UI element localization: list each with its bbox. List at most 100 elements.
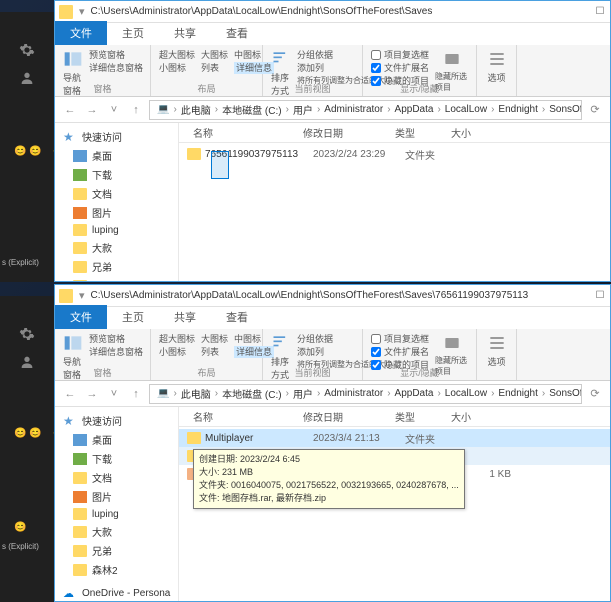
breadcrumb-segment[interactable]: LocalLow — [442, 104, 490, 115]
maximize-button[interactable]: ☐ — [590, 6, 610, 17]
preview-pane-button[interactable]: 预览窗格 — [89, 49, 143, 61]
breadcrumb-segment[interactable]: AppData — [392, 104, 437, 115]
breadcrumb[interactable]: 💻›此电脑›本地磁盘 (C:)›用户›Administrator›AppData… — [149, 100, 582, 120]
ribbon-group-options: 选项 — [477, 45, 517, 96]
breadcrumb-segment[interactable]: Administrator — [321, 104, 386, 115]
refresh-button[interactable]: ⟳ — [586, 385, 604, 403]
recent-button[interactable]: ˅ — [105, 385, 123, 403]
item-checkboxes-toggle[interactable]: 项目复选框 — [371, 49, 429, 61]
tab-share[interactable]: 共享 — [159, 21, 211, 45]
sidebar-item[interactable]: 下载 — [55, 449, 178, 468]
sidebar-item[interactable]: 桌面 — [55, 430, 178, 449]
up-button[interactable]: ↑ — [127, 101, 145, 119]
navigation-sidebar[interactable]: ★快速访问桌面下载文档图片luping大款兄弟森林2 ☁OneDrive - Pe… — [55, 407, 179, 601]
sidebar-item[interactable]: 下载 — [55, 165, 178, 184]
layout-large[interactable]: 大图标 — [201, 49, 228, 61]
tab-file[interactable]: 文件 — [55, 21, 107, 45]
breadcrumb-segment[interactable]: LocalLow — [442, 388, 490, 399]
sidebar-item[interactable]: luping — [55, 506, 178, 522]
back-button[interactable]: ← — [61, 385, 79, 403]
tab-share[interactable]: 共享 — [159, 305, 211, 329]
refresh-button[interactable]: ⟳ — [586, 101, 604, 119]
sidebar-item[interactable]: 森林2 — [55, 276, 178, 281]
sidebar-item[interactable]: 桌面 — [55, 146, 178, 165]
breadcrumb-segment[interactable]: SonsOfTheForest — [546, 388, 582, 399]
breadcrumb-segment[interactable]: 用户 — [290, 102, 316, 117]
file-list-pane[interactable]: 名称 修改日期 类型 大小 76561199037975113 2023/2/2… — [179, 123, 610, 281]
forward-button[interactable]: → — [83, 101, 101, 119]
up-button[interactable]: ↑ — [127, 385, 145, 403]
breadcrumb-root[interactable]: 💻 — [154, 104, 172, 115]
file-extensions-toggle[interactable]: 文件扩展名 — [371, 62, 429, 74]
sidebar-item[interactable]: 图片 — [55, 203, 178, 222]
tab-view[interactable]: 查看 — [211, 21, 263, 45]
table-row[interactable]: 76561199037975113 2023/2/24 23:29 文件夹 — [179, 145, 610, 163]
breadcrumb-segment[interactable]: Administrator — [321, 388, 386, 399]
folder-tooltip: 创建日期: 2023/2/24 6:45 大小: 231 MB 文件夹: 001… — [193, 449, 465, 509]
background-app-sidebar-bottom — [0, 296, 54, 602]
file-name: Multiplayer — [205, 433, 313, 444]
window-title: C:\Users\Administrator\AppData\LocalLow\… — [91, 290, 584, 301]
col-name[interactable]: 名称 — [187, 125, 297, 140]
ribbon-group-layout: 超大图标小图标 大图标列表 中图标详细信息 布局 — [151, 329, 263, 380]
explicit-label-bottom: s (Explicit) — [2, 542, 39, 551]
file-icon — [187, 432, 201, 444]
sidebar-item[interactable]: 兄弟 — [55, 541, 178, 560]
column-headers[interactable]: 名称 修改日期 类型 大小 — [179, 123, 610, 143]
sidebar-item[interactable]: 大款 — [55, 522, 178, 541]
sidebar-item[interactable]: 文档 — [55, 468, 178, 487]
sidebar-item[interactable]: luping — [55, 222, 178, 238]
breadcrumb-segment[interactable]: 此电脑 — [178, 386, 214, 401]
breadcrumb-segment[interactable]: 此电脑 — [178, 102, 214, 117]
layout-extra-large[interactable]: 超大图标 — [159, 49, 195, 61]
ribbon-tabs: 文件 主页 共享 查看 — [55, 307, 610, 329]
explicit-label-top: s (Explicit) — [2, 258, 39, 267]
person-icon[interactable] — [19, 70, 35, 86]
tab-view[interactable]: 查看 — [211, 305, 263, 329]
col-type[interactable]: 类型 — [389, 125, 445, 140]
tab-home[interactable]: 主页 — [107, 305, 159, 329]
breadcrumb-segment[interactable]: Endnight — [495, 388, 540, 399]
breadcrumb-segment[interactable]: SonsOfTheForest — [546, 104, 582, 115]
layout-list[interactable]: 列表 — [201, 62, 228, 74]
gear-icon[interactable] — [19, 42, 35, 58]
breadcrumb-segment[interactable]: AppData — [392, 388, 437, 399]
tab-file[interactable]: 文件 — [55, 305, 107, 329]
breadcrumb-segment[interactable]: 本地磁盘 (C:) — [219, 386, 284, 401]
breadcrumb-root[interactable]: 💻 — [154, 388, 172, 399]
gear-icon[interactable] — [19, 326, 35, 342]
sidebar-item[interactable]: 图片 — [55, 487, 178, 506]
title-bar[interactable]: ▾ C:\Users\Administrator\AppData\LocalLo… — [55, 285, 610, 307]
tab-home[interactable]: 主页 — [107, 21, 159, 45]
navigation-sidebar[interactable]: ★快速访问桌面下载文档图片luping大款兄弟森林2☁OneDrive - Pe… — [55, 123, 179, 281]
breadcrumb-segment[interactable]: 本地磁盘 (C:) — [219, 102, 284, 117]
file-list-pane[interactable]: 名称 修改日期 类型 大小 Multiplayer 2023/3/4 21:13… — [179, 407, 610, 601]
column-headers[interactable]: 名称 修改日期 类型 大小 — [179, 407, 610, 427]
breadcrumb-segment[interactable]: 用户 — [290, 386, 316, 401]
col-size[interactable]: 大小 — [445, 125, 495, 140]
sidebar-item[interactable]: 文档 — [55, 184, 178, 203]
layout-small[interactable]: 小图标 — [159, 62, 195, 74]
back-button[interactable]: ← — [61, 101, 79, 119]
title-bar[interactable]: ▾ C:\Users\Administrator\AppData\LocalLo… — [55, 1, 610, 23]
sidebar-item[interactable]: 大款 — [55, 238, 178, 257]
breadcrumb[interactable]: 💻›此电脑›本地磁盘 (C:)›用户›Administrator›AppData… — [149, 384, 582, 404]
maximize-button[interactable]: ☐ — [590, 290, 610, 301]
sidebar-item[interactable]: 兄弟 — [55, 257, 178, 276]
ribbon-group-current-view: 排序方式 分组依据 添加列 将所有列调整为合适的大小 当前视图 — [263, 45, 363, 96]
sidebar-quick-access[interactable]: ★快速访问 — [55, 127, 178, 146]
breadcrumb-segment[interactable]: Endnight — [495, 104, 540, 115]
sidebar-onedrive[interactable]: ☁OneDrive - Persona — [55, 585, 178, 601]
file-type: 文件夹 — [405, 431, 461, 446]
forward-button[interactable]: → — [83, 385, 101, 403]
person-icon[interactable] — [19, 354, 35, 370]
recent-button[interactable]: ˅ — [105, 101, 123, 119]
folder-icon — [59, 5, 73, 19]
file-type: 文件夹 — [405, 147, 461, 162]
sidebar-item[interactable]: 森林2 — [55, 560, 178, 579]
sidebar-quick-access[interactable]: ★快速访问 — [55, 411, 178, 430]
col-date[interactable]: 修改日期 — [297, 125, 389, 140]
details-pane-button[interactable]: 详细信息窗格 — [89, 62, 143, 74]
table-row[interactable]: Multiplayer 2023/3/4 21:13 文件夹 — [179, 429, 610, 447]
options-button[interactable]: 选项 — [485, 49, 508, 84]
